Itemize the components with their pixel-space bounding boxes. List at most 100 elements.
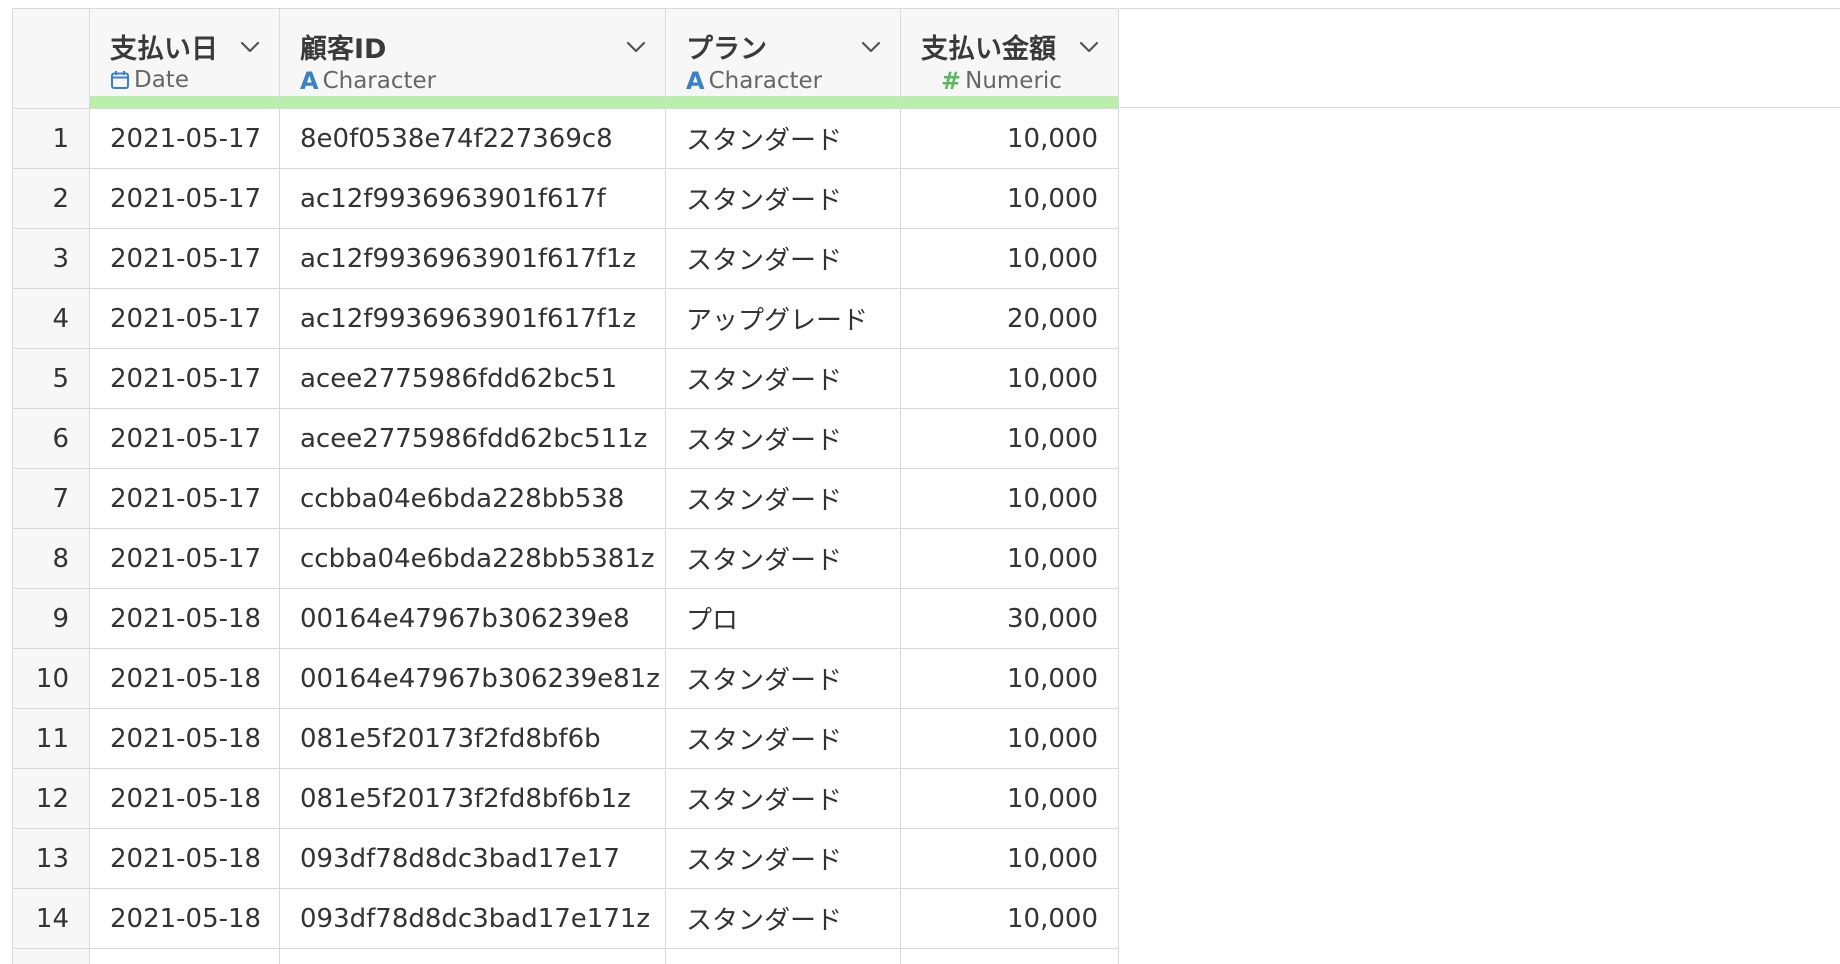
column-type-label: Character (708, 68, 823, 94)
cell-payment-amount[interactable]: 10,000 (900, 468, 1119, 529)
cell-plan[interactable]: スタンダード (665, 828, 901, 889)
cell-payment-date[interactable]: 2021-05-17 (89, 408, 280, 469)
column-quality-bar (666, 96, 900, 108)
table-row[interactable]: 3 2021-05-17 ac12f9936963901f617f1z スタンダード 1… (12, 228, 1119, 289)
chevron-down-icon[interactable] (625, 39, 647, 55)
column-type-label: Character (322, 68, 437, 94)
column-title: 顧客ID (300, 34, 387, 65)
cell-payment-amount[interactable]: 10,000 (900, 768, 1119, 829)
cell-customer-id[interactable]: acee2775986fdd62bc511z (279, 408, 666, 469)
cell-customer-id[interactable]: 8e0f0538e74f227369c8 (279, 108, 666, 169)
row-number: 6 (12, 408, 90, 469)
table-row[interactable]: 7 2021-05-17 ccbba04e6bda228bb538 スタンダード 10,… (12, 468, 1119, 529)
cell-plan[interactable]: スタンダード (665, 348, 901, 409)
table-row[interactable]: 11 2021-05-18 081e5f20173f2fd8bf6b スタンダード 10… (12, 708, 1119, 769)
cell-payment-date[interactable]: 2021-05-17 (89, 288, 280, 349)
cell-payment-amount[interactable]: 20,000 (900, 288, 1119, 349)
cell-payment-amount[interactable]: 10,000 (900, 888, 1119, 949)
row-number: 12 (12, 768, 90, 829)
cell-payment-amount[interactable]: 10,000 (900, 828, 1119, 889)
cell-payment-amount[interactable]: 10,000 (900, 228, 1119, 289)
cell-plan[interactable]: プロ (665, 588, 901, 649)
cell-plan[interactable]: アップグレード (665, 288, 901, 349)
cell-plan[interactable]: スタンダード (665, 888, 901, 949)
calendar-icon (110, 70, 130, 90)
table-row[interactable]: 2 2021-05-17 ac12f9936963901f617f スタンダード 10,… (12, 168, 1119, 229)
column-type: A Character (686, 67, 822, 95)
table-row[interactable]: 10 2021-05-18 00164e47967b306239e81z スタンダード… (12, 648, 1119, 709)
cell-customer-id[interactable]: ccbba04e6bda228bb538 (279, 468, 666, 529)
cell-payment-amount[interactable]: 10,000 (900, 168, 1119, 229)
row-number: 14 (12, 888, 90, 949)
chevron-down-icon[interactable] (239, 39, 261, 55)
header-rule (1120, 107, 1840, 108)
cell-payment-amount[interactable]: 10,000 (900, 348, 1119, 409)
cell-payment-amount[interactable]: 10,000 (900, 708, 1119, 769)
cell-payment-date[interactable]: 2021-05-18 (89, 888, 280, 949)
cell-payment-amount[interactable]: 10,000 (900, 408, 1119, 469)
cell-customer-id[interactable]: ac12f9936963901f617f1z (279, 288, 666, 349)
cell-customer-id[interactable]: 00164e47967b306239e81z (279, 648, 666, 709)
cell-customer-id[interactable]: 081e5f20173f2fd8bf6b (279, 708, 666, 769)
row-number: 10 (12, 648, 90, 709)
cell-customer-id[interactable]: ac12f9936963901f617f1z (279, 228, 666, 289)
cell-plan[interactable]: スタンダード (665, 108, 901, 169)
table-row[interactable]: 8 2021-05-17 ccbba04e6bda228bb5381z スタンダード 1… (12, 528, 1119, 589)
row-number: 3 (12, 228, 90, 289)
cell-plan[interactable]: スタンダード (665, 528, 901, 589)
empty-cell (665, 948, 901, 964)
table-row[interactable]: 12 2021-05-18 081e5f20173f2fd8bf6b1z スタンダード… (12, 768, 1119, 829)
cell-payment-date[interactable]: 2021-05-17 (89, 528, 280, 589)
cell-customer-id[interactable]: 00164e47967b306239e8 (279, 588, 666, 649)
chevron-down-icon[interactable] (860, 39, 882, 55)
cell-payment-date[interactable]: 2021-05-17 (89, 228, 280, 289)
column-header-payment-date[interactable]: 支払い日 Date (89, 8, 280, 109)
column-header-plan[interactable]: プラン A Character (665, 8, 901, 109)
cell-plan[interactable]: スタンダード (665, 408, 901, 469)
column-header-customer-id[interactable]: 顧客ID A Character (279, 8, 666, 109)
cell-payment-date[interactable]: 2021-05-18 (89, 708, 280, 769)
table-row[interactable]: 6 2021-05-17 acee2775986fdd62bc511z スタンダード 1… (12, 408, 1119, 469)
cell-customer-id[interactable]: 093df78d8dc3bad17e17 (279, 828, 666, 889)
header-row: 支払い日 Date 顧客ID A Character プラン A Charact… (12, 8, 1119, 109)
column-quality-bar (901, 96, 1118, 108)
cell-plan[interactable]: スタンダード (665, 168, 901, 229)
data-table: 支払い日 Date 顧客ID A Character プラン A Charact… (12, 8, 1119, 964)
cell-plan[interactable]: スタンダード (665, 708, 901, 769)
cell-customer-id[interactable]: acee2775986fdd62bc51 (279, 348, 666, 409)
cell-plan[interactable]: スタンダード (665, 468, 901, 529)
table-row[interactable]: 14 2021-05-18 093df78d8dc3bad17e171z スタンダード… (12, 888, 1119, 949)
character-type-icon: A (300, 67, 319, 95)
column-title: プラン (686, 34, 767, 65)
cell-payment-date[interactable]: 2021-05-17 (89, 168, 280, 229)
table-row[interactable]: 9 2021-05-18 00164e47967b306239e8 プロ 30,000 (12, 588, 1119, 649)
cell-payment-date[interactable]: 2021-05-17 (89, 468, 280, 529)
chevron-down-icon[interactable] (1078, 39, 1100, 55)
cell-plan[interactable]: スタンダード (665, 648, 901, 709)
table-row[interactable]: 1 2021-05-17 8e0f0538e74f227369c8 スタンダード 10,… (12, 108, 1119, 169)
cell-payment-date[interactable]: 2021-05-18 (89, 648, 280, 709)
cell-payment-amount[interactable]: 10,000 (900, 648, 1119, 709)
cell-payment-date[interactable]: 2021-05-18 (89, 828, 280, 889)
cell-payment-date[interactable]: 2021-05-17 (89, 348, 280, 409)
cell-customer-id[interactable]: 081e5f20173f2fd8bf6b1z (279, 768, 666, 829)
cell-payment-date[interactable]: 2021-05-18 (89, 768, 280, 829)
row-number: 7 (12, 468, 90, 529)
numeric-type-icon: # (941, 67, 962, 95)
cell-payment-amount[interactable]: 10,000 (900, 528, 1119, 589)
empty-cell (279, 948, 666, 964)
table-row[interactable]: 5 2021-05-17 acee2775986fdd62bc51 スタンダード 10,… (12, 348, 1119, 409)
cell-payment-amount[interactable]: 30,000 (900, 588, 1119, 649)
cell-payment-amount[interactable]: 10,000 (900, 108, 1119, 169)
column-type: A Character (300, 67, 436, 95)
cell-payment-date[interactable]: 2021-05-18 (89, 588, 280, 649)
cell-customer-id[interactable]: ac12f9936963901f617f (279, 168, 666, 229)
table-row[interactable]: 13 2021-05-18 093df78d8dc3bad17e17 スタンダード 10… (12, 828, 1119, 889)
cell-plan[interactable]: スタンダード (665, 768, 901, 829)
cell-plan[interactable]: スタンダード (665, 228, 901, 289)
cell-customer-id[interactable]: 093df78d8dc3bad17e171z (279, 888, 666, 949)
table-row[interactable]: 4 2021-05-17 ac12f9936963901f617f1z アップグレード… (12, 288, 1119, 349)
cell-customer-id[interactable]: ccbba04e6bda228bb5381z (279, 528, 666, 589)
column-header-payment-amount[interactable]: 支払い金額 # Numeric (900, 8, 1119, 109)
cell-payment-date[interactable]: 2021-05-17 (89, 108, 280, 169)
